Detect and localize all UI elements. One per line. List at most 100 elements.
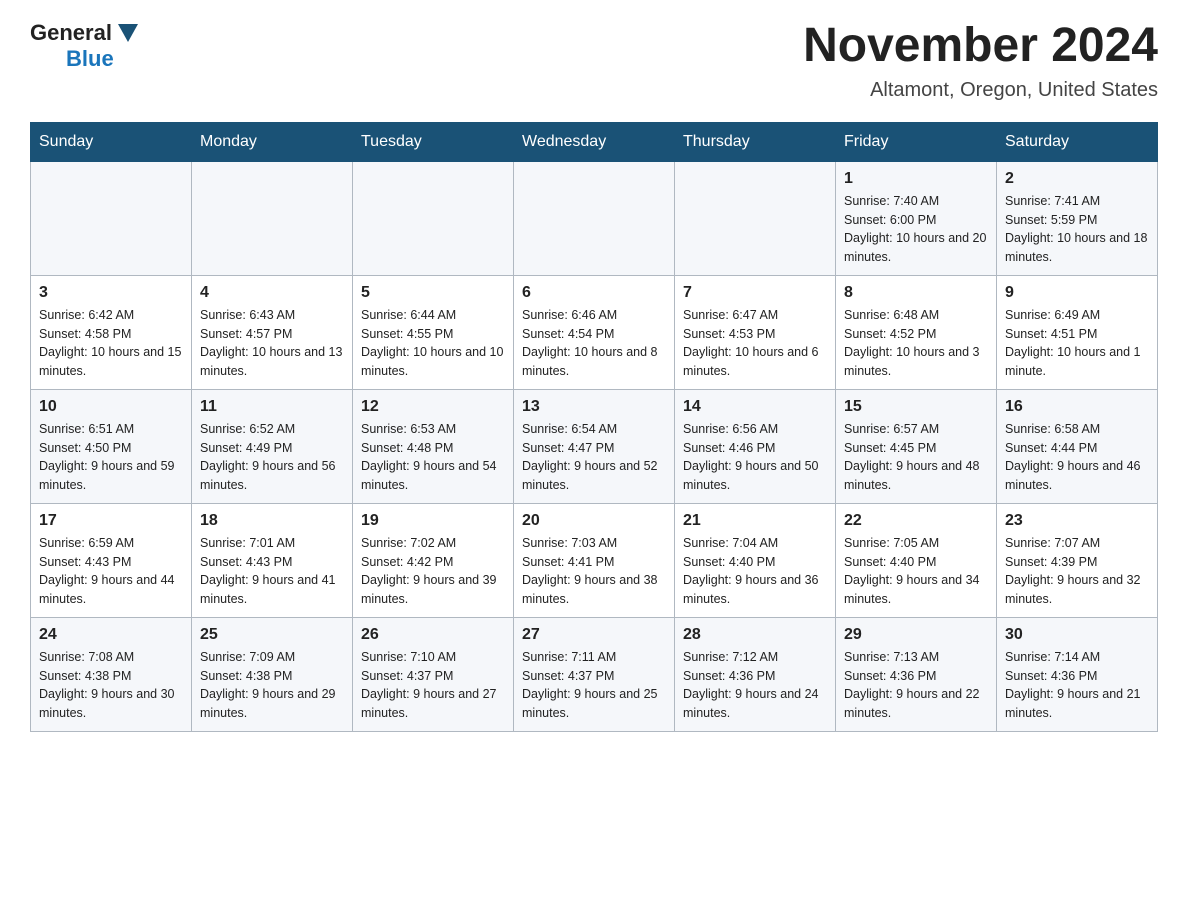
calendar-cell: 18 Sunrise: 7:01 AMSunset: 4:43 PMDayligh… bbox=[192, 503, 353, 617]
day-info: Sunrise: 6:47 AMSunset: 4:53 PMDaylight:… bbox=[683, 306, 827, 381]
day-number: 22 bbox=[844, 512, 988, 530]
day-number: 19 bbox=[361, 512, 505, 530]
calendar-cell: 9Sunrise: 6:49 AMSunset: 4:51 PMDaylight… bbox=[997, 275, 1158, 389]
weekday-header: Friday bbox=[836, 122, 997, 161]
calendar-cell: 15 Sunrise: 6:57 AMSunset: 4:45 PMDayligh… bbox=[836, 389, 997, 503]
day-info: Sunrise: 7:11 AMSunset: 4:37 PMDaylight:… bbox=[522, 648, 666, 723]
day-number: 6 bbox=[522, 284, 666, 302]
calendar-cell: 30 Sunrise: 7:14 AMSunset: 4:36 PMDayligh… bbox=[997, 617, 1158, 731]
page-header: General Blue November 2024 Altamont, Ore… bbox=[30, 20, 1158, 102]
calendar-cell: 19Sunrise: 7:02 AMSunset: 4:42 PMDayligh… bbox=[353, 503, 514, 617]
day-number: 21 bbox=[683, 512, 827, 530]
calendar-cell bbox=[31, 161, 192, 275]
calendar-cell: 6 Sunrise: 6:46 AMSunset: 4:54 PMDaylight… bbox=[514, 275, 675, 389]
logo: General Blue bbox=[30, 20, 138, 72]
calendar-cell: 26 Sunrise: 7:10 AMSunset: 4:37 PMDayligh… bbox=[353, 617, 514, 731]
logo-general-text: General bbox=[30, 20, 112, 46]
weekday-header: Tuesday bbox=[353, 122, 514, 161]
calendar-cell: 22 Sunrise: 7:05 AMSunset: 4:40 PMDayligh… bbox=[836, 503, 997, 617]
day-info: Sunrise: 6:42 AMSunset: 4:58 PMDaylight:… bbox=[39, 306, 183, 381]
day-number: 16 bbox=[1005, 398, 1149, 416]
logo-arrow-icon bbox=[118, 24, 138, 42]
calendar-cell: 3 Sunrise: 6:42 AMSunset: 4:58 PMDaylight… bbox=[31, 275, 192, 389]
calendar-cell: 1 Sunrise: 7:40 AMSunset: 6:00 PMDaylight… bbox=[836, 161, 997, 275]
day-info: Sunrise: 7:01 AMSunset: 4:43 PMDaylight:… bbox=[200, 534, 344, 609]
day-info: Sunrise: 7:08 AMSunset: 4:38 PMDaylight:… bbox=[39, 648, 183, 723]
day-info: Sunrise: 6:44 AMSunset: 4:55 PMDaylight:… bbox=[361, 306, 505, 381]
calendar-cell: 12Sunrise: 6:53 AMSunset: 4:48 PMDayligh… bbox=[353, 389, 514, 503]
calendar-cell: 8 Sunrise: 6:48 AMSunset: 4:52 PMDaylight… bbox=[836, 275, 997, 389]
calendar-cell bbox=[353, 161, 514, 275]
day-info: Sunrise: 7:03 AMSunset: 4:41 PMDaylight:… bbox=[522, 534, 666, 609]
day-number: 28 bbox=[683, 626, 827, 644]
weekday-header: Sunday bbox=[31, 122, 192, 161]
day-number: 27 bbox=[522, 626, 666, 644]
day-number: 18 bbox=[200, 512, 344, 530]
day-number: 25 bbox=[200, 626, 344, 644]
calendar-week-row: 10 Sunrise: 6:51 AMSunset: 4:50 PMDayligh… bbox=[31, 389, 1158, 503]
weekday-header: Saturday bbox=[997, 122, 1158, 161]
calendar-cell: 11Sunrise: 6:52 AMSunset: 4:49 PMDayligh… bbox=[192, 389, 353, 503]
calendar-cell: 7Sunrise: 6:47 AMSunset: 4:53 PMDaylight… bbox=[675, 275, 836, 389]
day-number: 29 bbox=[844, 626, 988, 644]
calendar-cell bbox=[192, 161, 353, 275]
weekday-header: Monday bbox=[192, 122, 353, 161]
calendar-week-row: 3 Sunrise: 6:42 AMSunset: 4:58 PMDaylight… bbox=[31, 275, 1158, 389]
day-number: 10 bbox=[39, 398, 183, 416]
day-info: Sunrise: 7:10 AMSunset: 4:37 PMDaylight:… bbox=[361, 648, 505, 723]
day-number: 8 bbox=[844, 284, 988, 302]
month-title: November 2024 bbox=[803, 20, 1158, 73]
day-number: 9 bbox=[1005, 284, 1149, 302]
day-info: Sunrise: 7:04 AMSunset: 4:40 PMDaylight:… bbox=[683, 534, 827, 609]
day-info: Sunrise: 7:09 AMSunset: 4:38 PMDaylight:… bbox=[200, 648, 344, 723]
calendar-cell: 28 Sunrise: 7:12 AMSunset: 4:36 PMDayligh… bbox=[675, 617, 836, 731]
day-number: 2 bbox=[1005, 170, 1149, 188]
calendar-cell: 23 Sunrise: 7:07 AMSunset: 4:39 PMDayligh… bbox=[997, 503, 1158, 617]
day-info: Sunrise: 6:51 AMSunset: 4:50 PMDaylight:… bbox=[39, 420, 183, 495]
calendar-week-row: 17 Sunrise: 6:59 AMSunset: 4:43 PMDayligh… bbox=[31, 503, 1158, 617]
calendar-cell bbox=[675, 161, 836, 275]
day-number: 15 bbox=[844, 398, 988, 416]
calendar-cell: 24 Sunrise: 7:08 AMSunset: 4:38 PMDayligh… bbox=[31, 617, 192, 731]
day-info: Sunrise: 7:14 AMSunset: 4:36 PMDaylight:… bbox=[1005, 648, 1149, 723]
day-info: Sunrise: 7:05 AMSunset: 4:40 PMDaylight:… bbox=[844, 534, 988, 609]
calendar-week-row: 1 Sunrise: 7:40 AMSunset: 6:00 PMDaylight… bbox=[31, 161, 1158, 275]
day-number: 13 bbox=[522, 398, 666, 416]
calendar-table: SundayMondayTuesdayWednesdayThursdayFrid… bbox=[30, 122, 1158, 732]
day-info: Sunrise: 6:59 AMSunset: 4:43 PMDaylight:… bbox=[39, 534, 183, 609]
day-number: 30 bbox=[1005, 626, 1149, 644]
day-number: 1 bbox=[844, 170, 988, 188]
day-info: Sunrise: 6:48 AMSunset: 4:52 PMDaylight:… bbox=[844, 306, 988, 381]
day-number: 4 bbox=[200, 284, 344, 302]
day-info: Sunrise: 6:46 AMSunset: 4:54 PMDaylight:… bbox=[522, 306, 666, 381]
day-info: Sunrise: 6:43 AMSunset: 4:57 PMDaylight:… bbox=[200, 306, 344, 381]
weekday-header: Thursday bbox=[675, 122, 836, 161]
calendar-cell: 5Sunrise: 6:44 AMSunset: 4:55 PMDaylight… bbox=[353, 275, 514, 389]
calendar-cell: 21 Sunrise: 7:04 AMSunset: 4:40 PMDayligh… bbox=[675, 503, 836, 617]
day-number: 20 bbox=[522, 512, 666, 530]
calendar-cell: 17 Sunrise: 6:59 AMSunset: 4:43 PMDayligh… bbox=[31, 503, 192, 617]
day-info: Sunrise: 7:07 AMSunset: 4:39 PMDaylight:… bbox=[1005, 534, 1149, 609]
day-number: 24 bbox=[39, 626, 183, 644]
calendar-cell: 10 Sunrise: 6:51 AMSunset: 4:50 PMDayligh… bbox=[31, 389, 192, 503]
day-info: Sunrise: 7:41 AMSunset: 5:59 PMDaylight:… bbox=[1005, 192, 1149, 267]
day-info: Sunrise: 6:53 AMSunset: 4:48 PMDaylight:… bbox=[361, 420, 505, 495]
day-info: Sunrise: 6:52 AMSunset: 4:49 PMDaylight:… bbox=[200, 420, 344, 495]
day-info: Sunrise: 6:58 AMSunset: 4:44 PMDaylight:… bbox=[1005, 420, 1149, 495]
calendar-cell: 2 Sunrise: 7:41 AMSunset: 5:59 PMDaylight… bbox=[997, 161, 1158, 275]
calendar-cell: 27 Sunrise: 7:11 AMSunset: 4:37 PMDayligh… bbox=[514, 617, 675, 731]
calendar-cell: 20 Sunrise: 7:03 AMSunset: 4:41 PMDayligh… bbox=[514, 503, 675, 617]
day-info: Sunrise: 6:57 AMSunset: 4:45 PMDaylight:… bbox=[844, 420, 988, 495]
day-info: Sunrise: 7:40 AMSunset: 6:00 PMDaylight:… bbox=[844, 192, 988, 267]
calendar-cell: 13Sunrise: 6:54 AMSunset: 4:47 PMDayligh… bbox=[514, 389, 675, 503]
day-number: 23 bbox=[1005, 512, 1149, 530]
calendar-cell: 4 Sunrise: 6:43 AMSunset: 4:57 PMDaylight… bbox=[192, 275, 353, 389]
calendar-week-row: 24 Sunrise: 7:08 AMSunset: 4:38 PMDayligh… bbox=[31, 617, 1158, 731]
day-number: 17 bbox=[39, 512, 183, 530]
calendar-header-row: SundayMondayTuesdayWednesdayThursdayFrid… bbox=[31, 122, 1158, 161]
day-number: 3 bbox=[39, 284, 183, 302]
day-number: 14 bbox=[683, 398, 827, 416]
calendar-cell: 29Sunrise: 7:13 AMSunset: 4:36 PMDayligh… bbox=[836, 617, 997, 731]
day-number: 26 bbox=[361, 626, 505, 644]
day-info: Sunrise: 7:12 AMSunset: 4:36 PMDaylight:… bbox=[683, 648, 827, 723]
